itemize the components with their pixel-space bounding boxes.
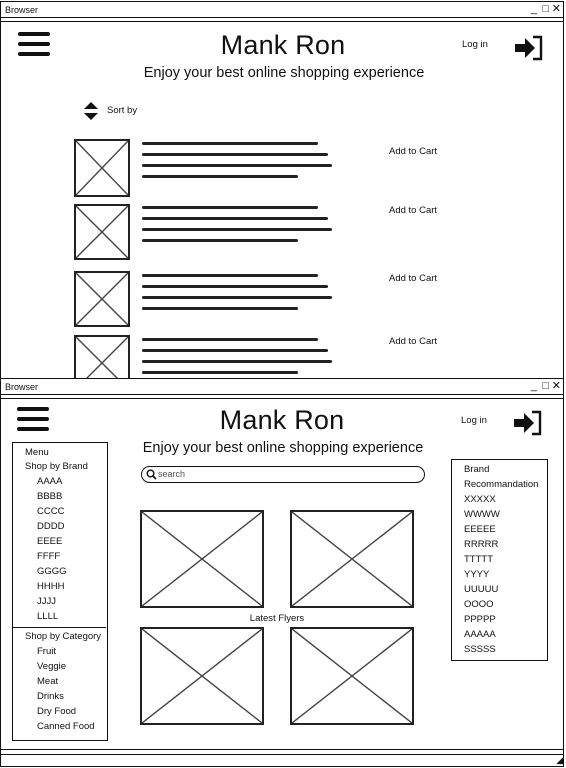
image-placeholder-icon	[142, 512, 262, 606]
category-menu-item[interactable]: Dry Food	[37, 706, 76, 718]
sign-in-icon[interactable]	[512, 409, 544, 437]
maximize-icon[interactable]: □	[542, 3, 549, 16]
maximize-icon[interactable]: □	[542, 380, 549, 393]
category-menu-item[interactable]: Canned Food	[37, 721, 95, 733]
minimize-icon[interactable]: _	[531, 380, 537, 393]
image-placeholder-icon	[76, 141, 128, 195]
category-menu-item[interactable]: Drinks	[37, 691, 64, 703]
sort-icon[interactable]	[83, 101, 99, 121]
tagline: Enjoy your best online shopping experien…	[143, 65, 425, 81]
window-title: Browser	[5, 5, 39, 15]
product-description	[142, 206, 338, 250]
product-image[interactable]	[74, 204, 130, 260]
image-placeholder-icon	[292, 629, 412, 723]
add-to-cart-button[interactable]: Add to Cart	[389, 146, 437, 157]
brand-menu-item[interactable]: AAAA	[37, 476, 62, 488]
category-menu-item[interactable]: Veggie	[37, 661, 66, 673]
sign-in-icon[interactable]	[513, 34, 545, 62]
latest-flyers-label: Latest Flyers	[249, 613, 305, 624]
minimize-icon[interactable]: _	[531, 3, 537, 16]
product-image[interactable]	[74, 271, 130, 327]
image-placeholder-icon	[142, 629, 262, 723]
image-placeholder-icon	[292, 512, 412, 606]
brand-menu-item[interactable]: FFFF	[37, 551, 60, 563]
close-icon[interactable]: ✕	[552, 380, 561, 393]
recommended-brand[interactable]: YYYY	[464, 569, 489, 581]
flyer-image[interactable]	[140, 627, 264, 725]
image-placeholder-icon	[76, 273, 128, 325]
browser-window-top: Browser _ □ ✕ Mank Ron Enjoy your best o…	[0, 1, 564, 379]
login-link[interactable]: Log in	[462, 39, 488, 50]
search-input[interactable]: search	[141, 466, 425, 483]
product-image[interactable]	[74, 335, 130, 378]
menu-title: Menu	[25, 447, 49, 458]
category-menu-item[interactable]: Meat	[37, 676, 58, 688]
window-status-bar	[1, 749, 563, 755]
brand-recommendation-panel: Brand Recommandation XXXXX WWWW EEEEE RR…	[451, 459, 548, 661]
recommended-brand[interactable]: RRRRR	[464, 539, 498, 551]
recommended-brand[interactable]: UUUUU	[464, 584, 498, 596]
shop-by-category-header[interactable]: Shop by Category	[25, 631, 101, 643]
window-titlebar: Browser	[1, 379, 563, 395]
recommended-brand[interactable]: XXXXX	[464, 494, 496, 506]
category-menu-item[interactable]: Fruit	[37, 646, 56, 658]
recommendation-title: Brand	[464, 464, 490, 475]
brand-menu-item[interactable]: DDDD	[37, 521, 64, 533]
side-menu: Menu Shop by Brand AAAA BBBB CCCC DDDD E…	[12, 442, 108, 741]
product-description	[142, 274, 338, 318]
close-icon[interactable]: ✕	[552, 3, 561, 16]
add-to-cart-button[interactable]: Add to Cart	[389, 273, 437, 284]
window-toolbar-strip	[1, 395, 563, 399]
product-description	[142, 338, 338, 378]
recommended-brand[interactable]: OOOO	[464, 599, 494, 611]
brand-menu-item[interactable]: BBBB	[37, 491, 62, 503]
resize-grip-icon[interactable]: ◢	[556, 755, 563, 766]
window-toolbar-strip	[1, 18, 563, 22]
shop-by-brand-header[interactable]: Shop by Brand	[25, 461, 88, 473]
menu-divider	[13, 627, 106, 628]
image-placeholder-icon	[76, 337, 128, 378]
add-to-cart-button[interactable]: Add to Cart	[389, 205, 437, 216]
window-title: Browser	[5, 382, 39, 392]
flyer-image[interactable]	[140, 510, 264, 608]
recommended-brand[interactable]: EEEEE	[464, 524, 496, 536]
flyer-image[interactable]	[290, 627, 414, 725]
flyer-image[interactable]	[290, 510, 414, 608]
search-placeholder: search	[158, 469, 186, 479]
recommended-brand[interactable]: WWWW	[464, 509, 500, 521]
login-link[interactable]: Log in	[461, 415, 487, 426]
recommendation-title: Recommandation	[464, 479, 539, 490]
brand-menu-item[interactable]: HHHH	[37, 581, 64, 593]
add-to-cart-button[interactable]: Add to Cart	[389, 336, 437, 347]
brand-menu-item[interactable]: GGGG	[37, 566, 67, 578]
brand-menu-item[interactable]: EEEE	[37, 536, 62, 548]
recommended-brand[interactable]: AAAAA	[464, 629, 496, 641]
recommended-brand[interactable]: SSSSS	[464, 644, 496, 656]
product-image[interactable]	[74, 139, 130, 197]
recommended-brand[interactable]: TTTTT	[464, 554, 493, 566]
brand-menu-item[interactable]: LLLL	[37, 611, 58, 623]
search-icon	[146, 469, 157, 480]
image-placeholder-icon	[76, 206, 128, 258]
product-description	[142, 142, 338, 186]
sort-by-label[interactable]: Sort by	[107, 105, 137, 116]
recommended-brand[interactable]: PPPPP	[464, 614, 496, 626]
brand-menu-item[interactable]: CCCC	[37, 506, 64, 518]
brand-menu-item[interactable]: JJJJ	[37, 596, 56, 608]
window-titlebar: Browser	[1, 2, 563, 18]
